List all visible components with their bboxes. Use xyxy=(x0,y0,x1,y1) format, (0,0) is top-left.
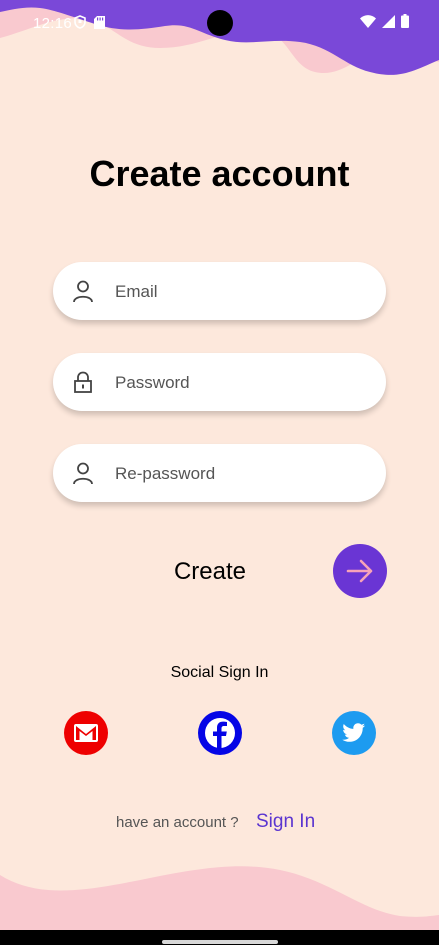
repassword-input[interactable] xyxy=(113,454,367,494)
create-label: Create xyxy=(173,558,247,585)
email-input[interactable] xyxy=(113,272,367,312)
email-field[interactable] xyxy=(53,262,386,320)
person-icon xyxy=(73,280,93,303)
shield-icon xyxy=(74,15,86,29)
password-input[interactable] xyxy=(113,363,367,403)
social-sign-in-label: Social Sign In xyxy=(170,664,269,681)
person-icon xyxy=(73,462,93,485)
facebook-icon xyxy=(198,711,242,755)
password-field[interactable] xyxy=(53,353,386,411)
repassword-field[interactable] xyxy=(53,444,386,502)
twitter-sign-in-button[interactable] xyxy=(332,711,376,755)
facebook-sign-in-button[interactable] xyxy=(198,711,242,755)
twitter-icon xyxy=(332,711,376,755)
arrow-right-icon xyxy=(346,559,373,583)
gmail-icon xyxy=(64,711,108,755)
sign-in-link[interactable]: Sign In xyxy=(256,811,315,833)
have-account-prompt: have an account ? xyxy=(116,814,239,831)
page-title: Create account xyxy=(89,153,350,194)
battery-icon xyxy=(401,14,409,28)
lock-icon xyxy=(74,371,92,393)
create-button[interactable] xyxy=(333,544,387,598)
sd-card-icon xyxy=(94,15,105,29)
signal-icon xyxy=(382,14,395,28)
bottom-wave-decoration xyxy=(0,866,439,930)
home-indicator[interactable] xyxy=(162,940,278,944)
status-time: 12:16 xyxy=(33,15,73,32)
camera-cutout xyxy=(207,10,233,36)
wifi-icon xyxy=(360,14,376,28)
status-bar: 12:16 xyxy=(0,0,439,46)
gmail-sign-in-button[interactable] xyxy=(64,711,108,755)
